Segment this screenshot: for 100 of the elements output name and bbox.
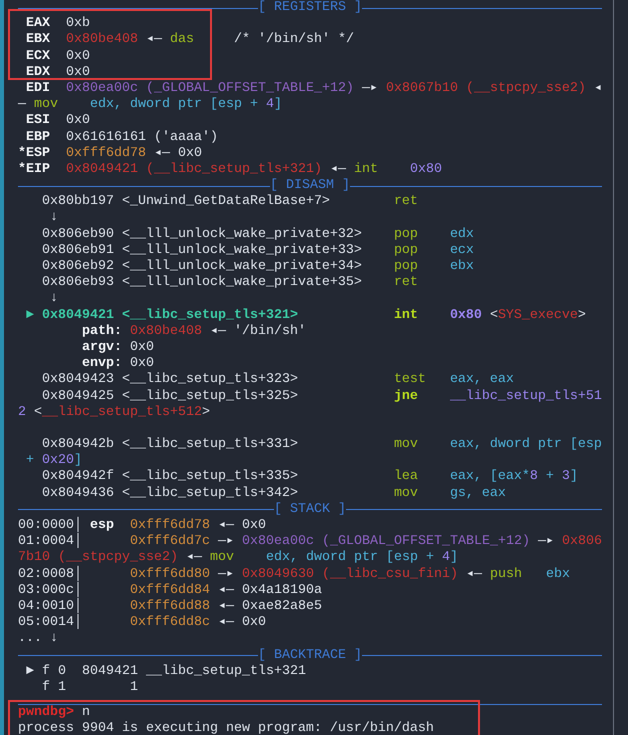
terminal-text: 0x8049423 <__libc_setup_tls+323> <box>42 372 298 388</box>
terminal-text: —▸ <box>362 80 378 96</box>
terminal-text: — <box>18 97 26 112</box>
register-name: EBP <box>26 130 50 144</box>
instruction-mnemonic: mov <box>34 97 58 112</box>
number-text: __libc_setup_tls+51 <box>450 388 602 404</box>
terminal-text: ◂— '/bin/sh' <box>210 324 306 339</box>
argument-label: envp: <box>82 356 122 372</box>
register-name: EDX <box>26 64 50 80</box>
terminal-text: 03:000c│ <box>18 582 82 598</box>
terminal-text: > <box>202 404 210 420</box>
terminal-text: 0x80bb197 <_Unwind_GetDataRelBase+7> <box>42 194 330 210</box>
terminal-text: 01:0004│ <box>18 534 82 550</box>
stack-address: 0xfff6dd78 <box>130 518 210 533</box>
terminal-text: 0x0 <box>66 113 90 128</box>
stack-address: 0xfff6dd80 <box>130 566 210 582</box>
terminal-text: ◂ <box>594 80 602 96</box>
terminal-text: 0x806eb91 <__lll_unlock_wake_private+33> <box>42 242 362 258</box>
terminal-text: 02:0008│ <box>18 566 82 582</box>
operand-text: ebx <box>546 566 570 582</box>
terminal-text: ◂— <box>330 162 346 177</box>
terminal-text: ↓ <box>50 210 58 226</box>
operand-text: ] <box>274 97 282 112</box>
instruction-mnemonic: test <box>394 372 426 388</box>
section-title: [ REGISTERS ] <box>258 0 362 16</box>
terminal-text: 0x806eb90 <__lll_unlock_wake_private+32> <box>42 226 362 242</box>
terminal-text: 05:0014│ <box>18 615 82 630</box>
number-text: 2 <box>18 404 26 420</box>
number-text: 3 <box>562 469 570 484</box>
register-name: *ESP <box>18 146 50 161</box>
instruction-mnemonic: push <box>490 566 522 582</box>
operand-text: eax, eax <box>450 372 514 388</box>
number-text: 0x20 <box>42 453 74 468</box>
number-text: 4 <box>442 550 450 566</box>
stack-address: 0xfff6dd78 <box>66 146 146 161</box>
terminal-text: n <box>82 705 90 720</box>
terminal-text: 0x8049436 <__libc_setup_tls+342> <box>42 486 298 501</box>
section-title: [ DISASM ] <box>270 178 350 194</box>
terminal-text: ◂— 0x0 <box>218 518 266 533</box>
terminal-text: 00:0000│ <box>18 518 82 533</box>
instruction-mnemonic: ret <box>394 275 418 290</box>
terminal-text: ◂— <box>466 566 482 582</box>
operand-text: edx, dword ptr [esp + <box>90 97 258 112</box>
terminal-text: 0x0 <box>66 64 90 80</box>
operand-text: eax, [eax* <box>450 469 530 484</box>
operand-text: + <box>26 453 34 468</box>
terminal-text: ◂— 0x0 <box>218 615 266 630</box>
terminal-text: ◂— 0xae82a8e5 <box>218 598 322 614</box>
terminal-text: < <box>490 308 498 323</box>
operand-text: eax, dword ptr [esp <box>450 437 602 452</box>
instruction-mnemonic: lea <box>394 469 418 484</box>
terminal-text: 0x804942b <__libc_setup_tls+331> <box>42 437 298 452</box>
register-name: ECX <box>26 48 50 64</box>
terminal-text: ◂— 0x4a18190a <box>218 582 322 598</box>
operand-text: ebx <box>450 259 474 274</box>
instruction-mnemonic: mov <box>394 437 418 452</box>
register-name: EDI <box>26 80 50 96</box>
terminal-text: ► f 0 8049421 __libc_setup_tls+321 <box>26 664 306 679</box>
pointer-text: __libc_setup_tls+512 <box>42 404 202 420</box>
number-text: 0x80 <box>450 308 482 323</box>
pointer-text: 0x80be408 <box>130 324 202 339</box>
terminal-text: —▸ <box>218 534 234 550</box>
prompt-label: pwndbg> <box>18 705 74 720</box>
number-text: 0x80 <box>410 162 442 177</box>
pointer-text: 0x8049421 (__libc_setup_tls+321) <box>66 162 322 177</box>
terminal-text: 0xb <box>66 16 90 32</box>
register-name: EBX <box>26 32 50 48</box>
operand-text: edx, dword ptr [esp + <box>266 550 434 566</box>
symbol-text: 0x80ea00c (_GLOBAL_OFFSET_TABLE_+12) <box>242 534 530 550</box>
operand-text: gs, eax <box>450 486 506 501</box>
terminal-text: /* '/bin/sh' */ <box>234 32 354 48</box>
terminal-text: 0x806eb92 <__lll_unlock_wake_private+34> <box>42 259 362 274</box>
terminal-text: f 1 1 <box>42 680 138 695</box>
instruction-mnemonic: ret <box>394 194 418 210</box>
instruction-mnemonic: das <box>170 32 194 48</box>
operand-text: ecx <box>450 242 474 258</box>
pointer-text: 0x8049630 (__libc_csu_fini) <box>242 566 458 582</box>
instruction-mnemonic: int <box>394 308 418 323</box>
stack-address: 0xfff6dd7c <box>130 534 210 550</box>
terminal-text: 0x0 <box>130 340 154 355</box>
stack-address: 0xfff6dd84 <box>130 582 210 598</box>
terminal-text: 0x0 <box>130 356 154 372</box>
terminal-text: —▸ <box>538 534 554 550</box>
terminal-text: > <box>578 308 586 323</box>
instruction-mnemonic: pop <box>394 226 418 242</box>
terminal-text: ◂— <box>146 32 162 48</box>
operand-text: edx <box>450 226 474 242</box>
instruction-mnemonic: pop <box>394 259 418 274</box>
current-instruction: 0x8049421 <__libc_setup_tls+321> <box>42 308 298 323</box>
symbol-text: 0x80ea00c (_GLOBAL_OFFSET_TABLE_+12) <box>66 80 354 96</box>
register-name: *EIP <box>18 162 50 177</box>
pointer-text: 0x806 <box>562 534 602 550</box>
terminal-text: 0x61616161 ('aaaa') <box>66 130 218 144</box>
stack-address: 0xfff6dd88 <box>130 598 210 614</box>
pointer-text: SYS_execve <box>498 308 578 323</box>
terminal-text: process 9904 is executing new program: /usr/bin/dash <box>18 721 434 735</box>
operand-text: ] <box>450 550 458 566</box>
terminal-text: ◂— 0x0 <box>154 146 202 161</box>
argument-label: path: <box>82 324 122 339</box>
terminal-text: 0x806eb93 <__lll_unlock_wake_private+35> <box>42 275 362 290</box>
